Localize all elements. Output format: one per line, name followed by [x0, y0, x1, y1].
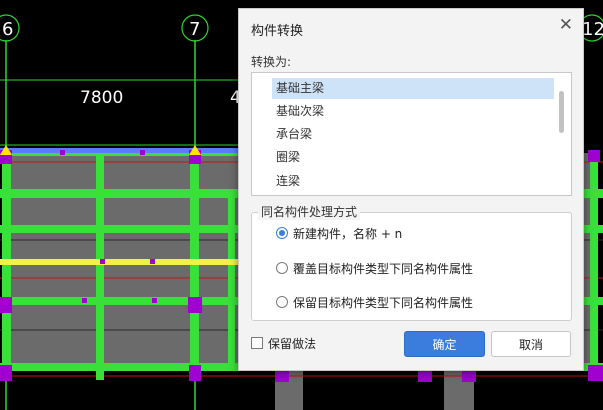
list-item[interactable]: 连梁	[272, 171, 554, 192]
radio-label: 保留目标构件类型下同名构件属性	[293, 296, 474, 310]
group-title: 同名构件处理方式	[258, 204, 361, 220]
list-item[interactable]: 承台梁	[272, 124, 554, 145]
axis-label-6: 6	[2, 19, 13, 40]
radio-label: 覆盖目标构件类型下同名构件属性	[293, 262, 474, 276]
radio-button[interactable]	[276, 227, 288, 239]
same-name-handling-group: 同名构件处理方式 新建构件，名称 + n 覆盖目标构件类型下同名构件属性 保留目…	[251, 204, 572, 321]
convert-target-list[interactable]: 基础主梁 基础次梁 承台梁 圈梁 连梁	[251, 72, 572, 196]
component-convert-dialog: 构件转换 ✕ 转换为: 基础主梁 基础次梁 承台梁 圈梁 连梁 同名构件处理方式…	[238, 8, 584, 371]
keep-method-checkbox[interactable]	[251, 337, 263, 349]
dimension-label: 7800	[80, 88, 123, 108]
list-item[interactable]: 基础次梁	[272, 101, 554, 122]
radio-button[interactable]	[276, 296, 288, 308]
radio-label: 新建构件，名称 + n	[293, 227, 403, 241]
list-scrollbar[interactable]	[559, 91, 564, 133]
close-icon[interactable]: ✕	[559, 15, 573, 35]
axis-label-7: 7	[189, 19, 200, 40]
radio-button[interactable]	[276, 262, 288, 274]
dialog-title: 构件转换	[251, 24, 304, 39]
list-item[interactable]: 圈梁	[272, 147, 554, 168]
ok-button[interactable]: 确定	[404, 331, 485, 357]
axis-label-12: 12	[582, 19, 603, 40]
keep-method-label: 保留做法	[268, 337, 317, 351]
list-item[interactable]: 基础主梁	[272, 78, 554, 99]
cancel-button[interactable]: 取消	[491, 331, 571, 357]
convert-to-label: 转换为:	[251, 55, 292, 69]
